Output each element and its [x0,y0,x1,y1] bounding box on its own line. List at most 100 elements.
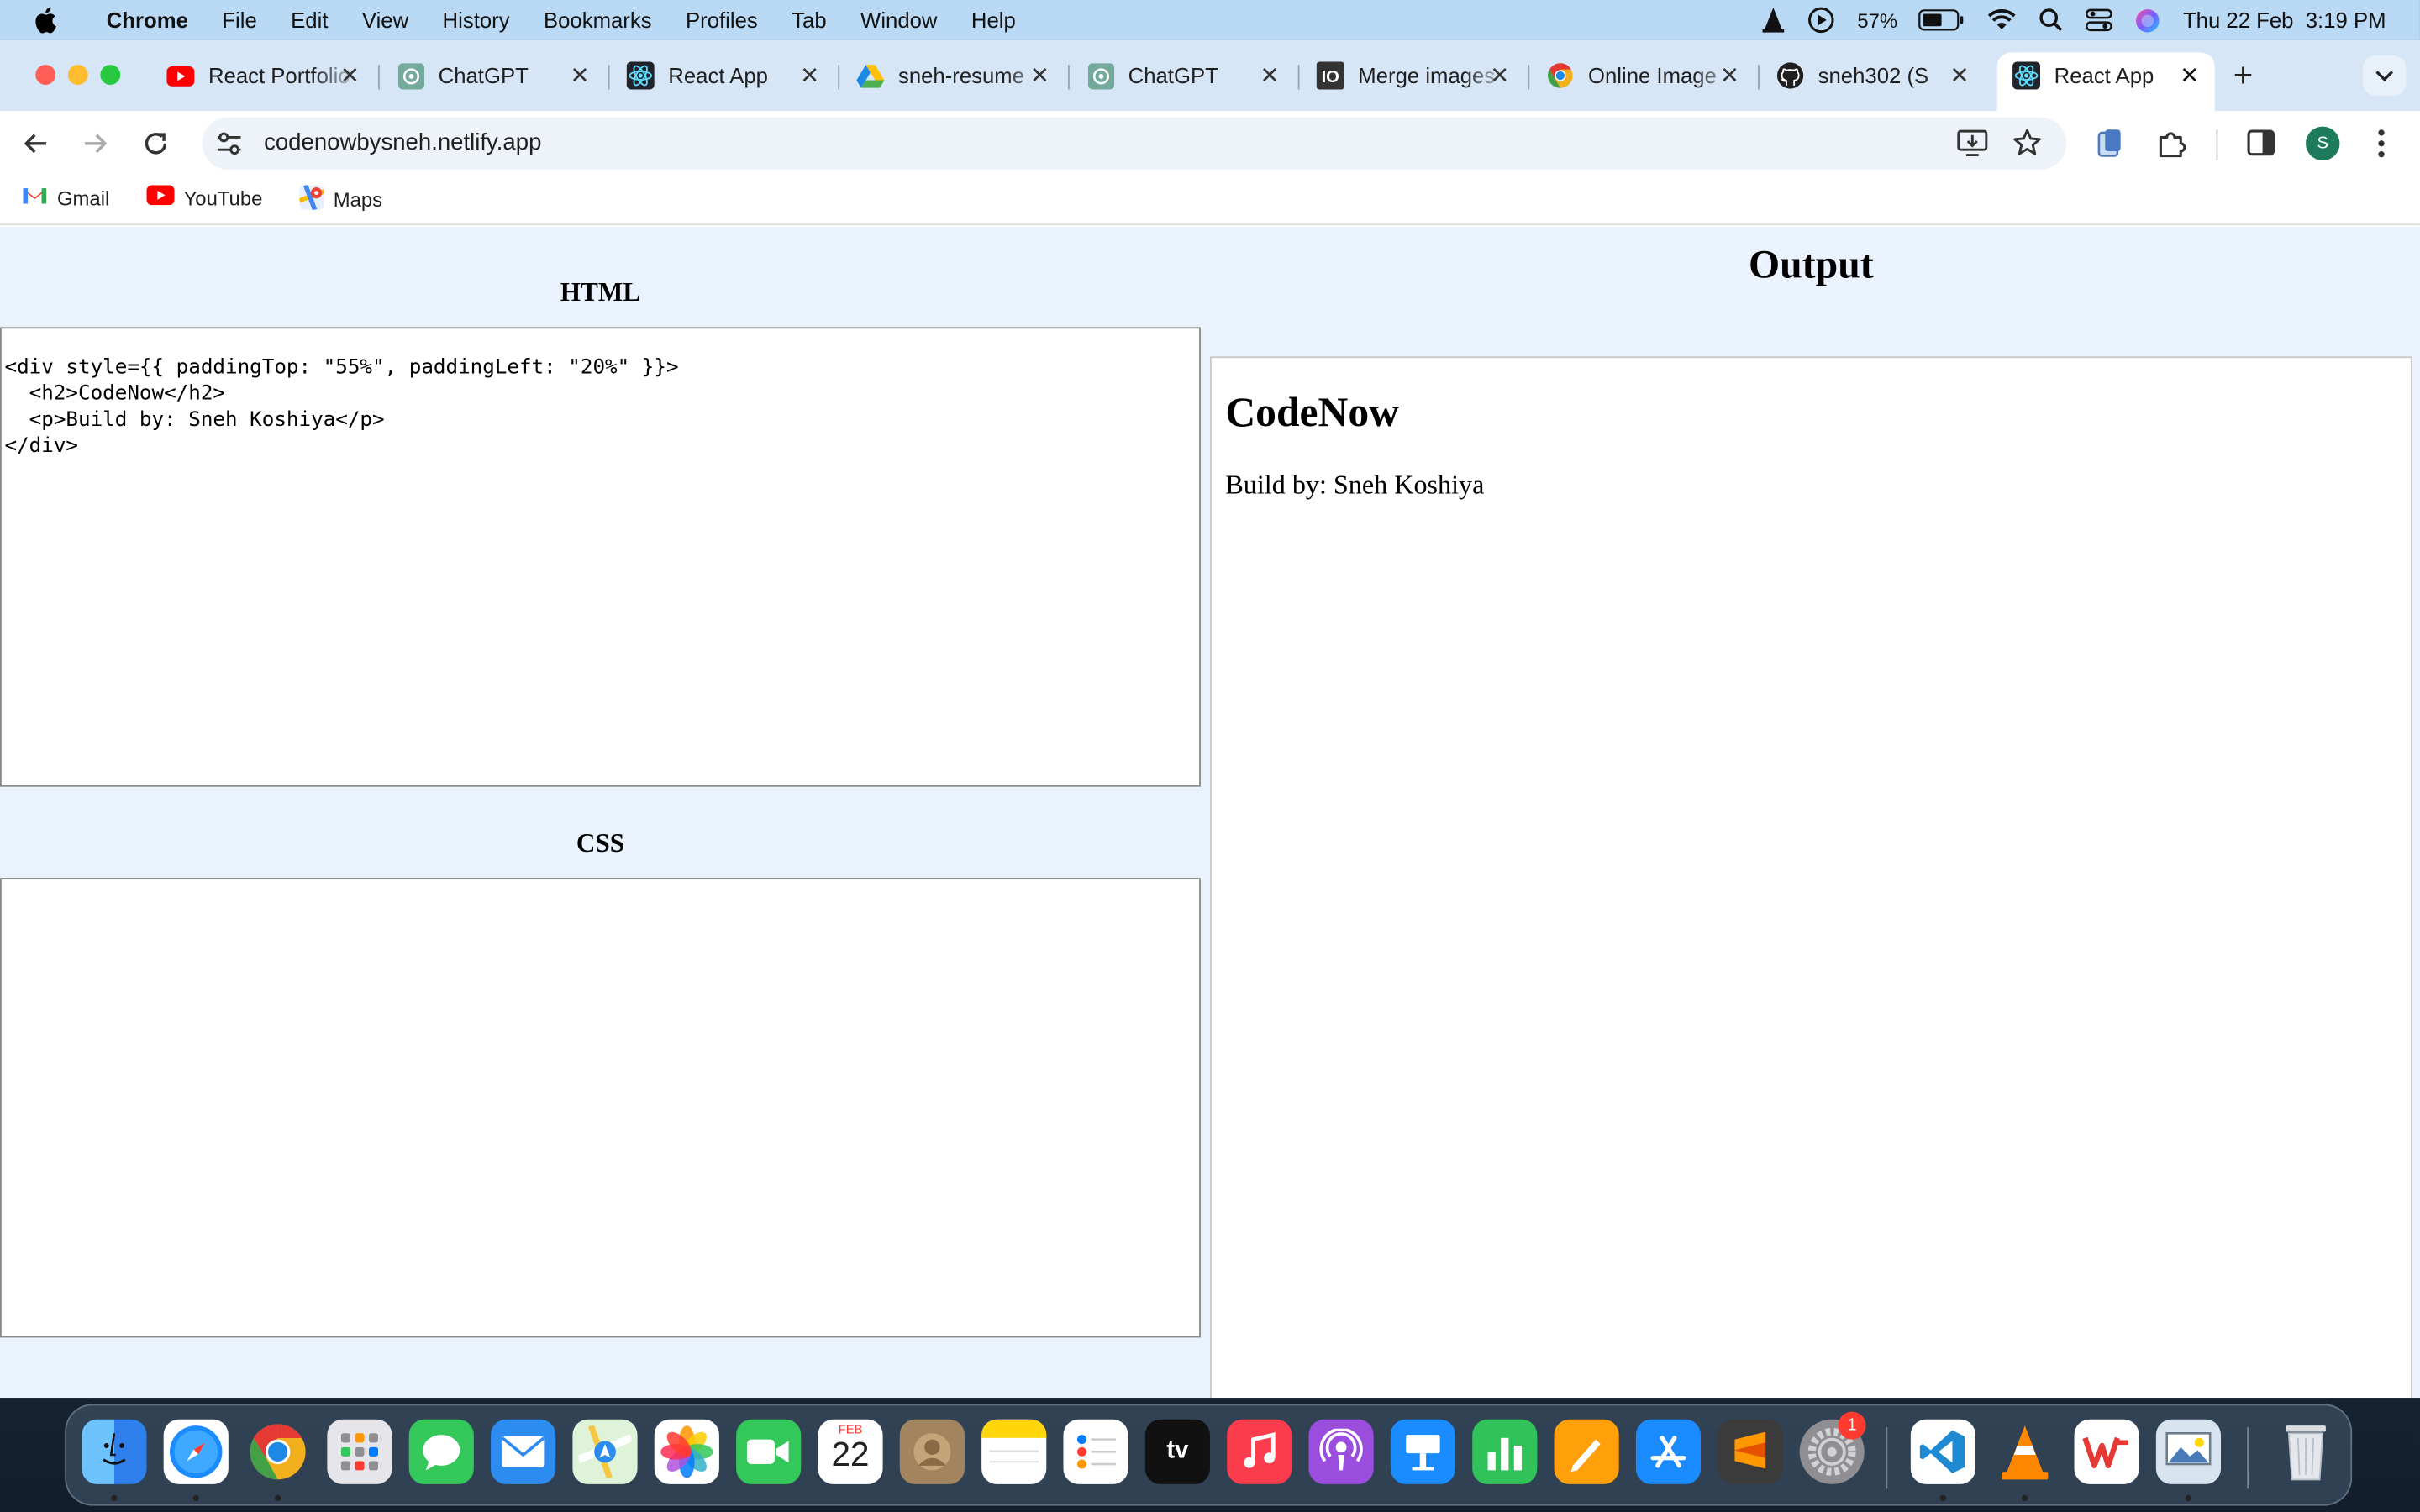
bookmark-gmail[interactable]: Gmail [22,185,109,209]
tab-close-icon[interactable]: ✕ [800,61,819,89]
site-info-icon[interactable] [216,131,242,164]
vs-code-icon[interactable] [1910,1419,1975,1484]
chrome-dock-icon[interactable] [245,1420,310,1484]
control-center-icon[interactable] [2086,8,2113,32]
chrome-menu-icon[interactable] [2377,128,2386,166]
finder-icon[interactable] [82,1419,147,1484]
extensions-puzzle-icon[interactable] [2156,128,2187,166]
tab-title: sneh302 (S [1818,63,1929,88]
mail-icon[interactable] [491,1419,556,1484]
forward-arrow-icon[interactable] [82,129,109,165]
minimize-window-button[interactable] [67,65,88,86]
output-title: CodeNow [1225,388,1399,435]
tab-title: Merge images [1358,63,1496,88]
bookmark-maps[interactable]: Maps [298,184,382,214]
bookmark-star-icon[interactable] [2012,128,2042,165]
notes-icon[interactable] [981,1419,1047,1484]
menu-help[interactable]: Help [955,8,1033,32]
contacts-icon[interactable] [899,1419,965,1484]
tab-title: Online Image [1587,63,1717,88]
app-store-icon[interactable] [1635,1419,1702,1484]
numbers-icon[interactable] [1472,1419,1538,1484]
html-heading: HTML [560,277,641,307]
tab-close-icon[interactable]: ✕ [2180,61,2199,89]
menu-window[interactable]: Window [844,8,955,32]
sublime-text-icon[interactable] [1718,1419,1783,1484]
photos-icon[interactable] [654,1419,719,1484]
battery-icon[interactable] [1919,9,1965,31]
macos-menu-bar: Chrome File Edit View History Bookmarks … [0,0,2420,40]
svg-text:IO: IO [1322,68,1339,87]
tab-merge-images[interactable]: IO Merge images ✕ [1301,52,1524,98]
tab-close-icon[interactable]: ✕ [1260,61,1280,89]
address-bar[interactable]: codenowbysneh.netlify.app [202,117,2067,171]
bookmark-youtube[interactable]: YouTube [146,185,262,209]
extension-clipboard-icon[interactable] [2096,128,2123,166]
profile-avatar[interactable]: S [2306,126,2340,161]
music-icon[interactable] [1227,1419,1292,1484]
macos-dock: FEB 22 tv 1 [65,1404,2353,1506]
side-panel-icon[interactable] [2247,129,2275,163]
apple-icon[interactable] [0,6,90,34]
spotlight-search-icon[interactable] [2039,8,2064,32]
chrome-window: React Portfolio ✕ ChatGPT ✕ React App ✕ … [0,39,2420,1399]
zoom-window-button[interactable] [100,65,121,86]
menu-app-chrome[interactable]: Chrome [90,8,206,32]
vlc-icon[interactable] [1992,1420,2057,1484]
wps-office-icon[interactable] [2074,1419,2139,1484]
tab-react-app[interactable]: React App ✕ [611,52,834,98]
tab-close-icon[interactable]: ✕ [1030,61,1050,89]
messages-icon[interactable] [408,1419,474,1484]
reload-icon[interactable] [142,129,170,165]
close-window-button[interactable] [35,65,56,86]
github-icon [1776,61,1804,89]
facetime-icon[interactable] [736,1419,802,1484]
preview-icon[interactable] [2155,1419,2222,1484]
tab-online-image[interactable]: Online Image ✕ [1531,52,1754,98]
play-status-icon[interactable] [1808,6,1836,34]
install-app-icon[interactable] [1957,129,1988,165]
tab-close-icon[interactable]: ✕ [571,61,590,89]
output-heading: Output [1749,242,1874,287]
io-icon: IO [1316,61,1344,90]
clock[interactable]: Thu 22 Feb 3:19 PM [2183,8,2386,32]
tab-react-portfolio[interactable]: React Portfolio ✕ [151,52,375,98]
css-editor[interactable] [0,878,1201,1338]
tab-react-app-active[interactable]: React App ✕ [1996,52,2215,112]
back-arrow-icon[interactable] [22,129,50,165]
tab-close-icon[interactable]: ✕ [1490,61,1509,89]
pages-icon[interactable] [1554,1419,1619,1484]
maps-dock-icon[interactable] [572,1419,638,1484]
keynote-icon[interactable] [1390,1419,1456,1484]
safari-icon[interactable] [163,1419,229,1484]
vlc-status-icon[interactable] [1761,6,1786,34]
url-text[interactable]: codenowbysneh.netlify.app [264,129,541,155]
new-tab-plus-icon[interactable]: + [2233,55,2254,96]
menu-profiles[interactable]: Profiles [669,8,775,32]
tab-close-icon[interactable]: ✕ [1950,61,1970,89]
siri-icon[interactable] [2135,7,2161,33]
apple-tv-icon[interactable]: tv [1144,1419,1210,1484]
tab-sneh-resume[interactable]: sneh-resume ✕ [841,52,1065,98]
tab-chatgpt-2[interactable]: ChatGPT ✕ [1071,52,1295,98]
tab-close-icon[interactable]: ✕ [1720,61,1739,89]
wifi-icon[interactable] [1987,8,2018,32]
menu-file[interactable]: File [205,8,274,32]
podcasts-icon[interactable] [1308,1419,1374,1484]
menu-tab[interactable]: Tab [775,8,844,32]
menu-view[interactable]: View [345,8,426,32]
tab-chatgpt[interactable]: ChatGPT ✕ [381,52,605,98]
tab-close-icon[interactable]: ✕ [340,61,360,89]
menu-bookmarks[interactable]: Bookmarks [527,8,669,32]
tab-github-sneh302[interactable]: sneh302 (S ✕ [1761,52,1985,98]
calendar-icon[interactable]: FEB 22 [818,1419,883,1484]
screen: Chrome File Edit View History Bookmarks … [0,0,2420,1512]
youtube-icon [166,61,195,89]
trash-icon[interactable] [2273,1420,2338,1484]
menu-edit[interactable]: Edit [274,8,345,32]
launchpad-icon[interactable] [327,1419,392,1484]
html-editor[interactable]: <div style={{ paddingTop: "55%", padding… [0,327,1201,787]
tab-search-chevron-icon[interactable] [2362,55,2407,96]
menu-history[interactable]: History [425,8,526,32]
reminders-icon[interactable] [1063,1419,1128,1484]
